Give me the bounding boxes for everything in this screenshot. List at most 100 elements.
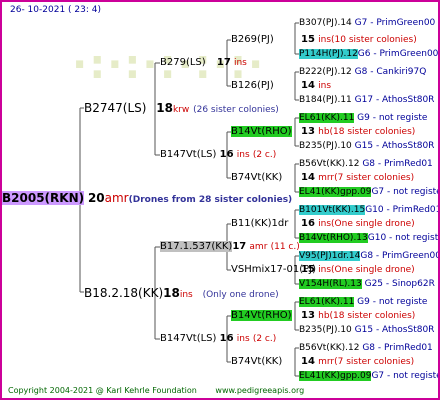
g3-queen-7-mating: hb bbox=[318, 311, 330, 321]
g4-queen-4-info: G17 - AthosSt80R bbox=[354, 95, 435, 105]
g3-queen-2-info: 14 ins bbox=[301, 80, 331, 92]
g4-queen-6-id: B235(PJ).10 bbox=[299, 141, 352, 151]
g3-queen-5-mating: ins bbox=[318, 219, 332, 229]
g4-queen-8-info: G7 - not registe bbox=[371, 187, 440, 197]
g4-queen-8-id: EL41(KK)gpp.09 bbox=[299, 187, 372, 197]
g4-queen-12-id: V154H(RL).13 bbox=[299, 279, 362, 289]
g2-queen-4-note: (2 c.) bbox=[252, 334, 277, 344]
root-queen-id: B2005(RKN) bbox=[2, 191, 85, 205]
g4-queen-14-id: B235(PJ).10 bbox=[299, 325, 352, 335]
g4-queen-12: V154H(RL).13 G25 - Sinop62R bbox=[299, 278, 435, 290]
root-queen-info: amr bbox=[104, 191, 129, 205]
g2-queen-4-num: 16 bbox=[219, 333, 234, 344]
g2-queen-4: B147Vt(LS) 16 ins (2 c.) bbox=[160, 333, 276, 345]
g4-queen-8: EL41(KK)gpp.09G7 - not registe bbox=[299, 186, 440, 198]
g4-queen-16-id: EL41(KK)gpp.09 bbox=[299, 371, 372, 381]
g3-queen-5-info: 16 ins(One single drone) bbox=[301, 218, 415, 230]
g3-queen-7-note: (18 sister colonies) bbox=[329, 311, 416, 321]
g2-queen-1-info: ins bbox=[233, 58, 247, 68]
g4-queen-10-id: B14Vt(RHO).13 bbox=[299, 233, 368, 243]
g2-queen-1-num: 17 bbox=[216, 57, 231, 68]
g4-queen-7-info: G8 - PrimRed01 bbox=[362, 159, 433, 169]
g2-queen-4-id: B147Vt(LS) bbox=[160, 333, 217, 344]
g3-queen-3-mating: hb bbox=[318, 127, 330, 137]
g3-queen-8-mating: mrr bbox=[318, 357, 335, 367]
g2-queen-3-id: B17.1.537(KK) bbox=[160, 241, 233, 252]
g4-queen-5-id: EL61(KK).11 bbox=[299, 113, 355, 123]
g4-queen-14-info: G15 - AthosSt80R bbox=[354, 325, 435, 335]
g4-queen-1-info: G7 - PrimGreen00 bbox=[354, 18, 436, 28]
g1-queen-2-note: (Only one drone) bbox=[202, 290, 279, 300]
g3-queen-7-num: 13 bbox=[301, 310, 315, 321]
g3-queen-3-num: 13 bbox=[301, 126, 315, 137]
g4-queen-4-id: B184(PJ).11 bbox=[299, 95, 352, 105]
g4-queen-10: B14Vt(RHO).13G10 - not registe bbox=[299, 232, 438, 244]
g4-queen-3: B222(PJ).12 G8 - Cankiri97Q bbox=[299, 66, 426, 78]
g4-queen-11: V95(PJ)1dr.14G8 - PrimGreen00 bbox=[299, 250, 440, 262]
g3-queen-1-num: 15 bbox=[301, 34, 315, 45]
g4-queen-2: P114H(PJ).12G6 - PrimGreen00 bbox=[299, 48, 438, 60]
footer-url[interactable]: www.pedigreeapis.org bbox=[215, 386, 304, 395]
g3-queen-4-id: B74Vt(KK) bbox=[231, 172, 283, 183]
g3-queen-8-id: B74Vt(KK) bbox=[231, 356, 283, 367]
g1-queen-2-id: B18.2.18(KK) bbox=[84, 286, 164, 300]
g3-queen-6-num: 15 bbox=[301, 264, 315, 275]
g3-queen-4: B74Vt(KK) bbox=[231, 172, 282, 184]
g2-queen-3-info: amr bbox=[249, 242, 268, 252]
g1-queen-1-id: B2747(LS) bbox=[84, 101, 147, 115]
g2-queen-2: B147Vt(LS) 16 ins (2 c.) bbox=[160, 149, 276, 161]
g3-queen-6-mating: ins bbox=[318, 265, 332, 275]
g3-queen-7: B14Vt(RHO) bbox=[231, 310, 292, 322]
g3-queen-3-id: B14Vt(RHO) bbox=[231, 126, 292, 137]
g4-queen-11-info: G8 - PrimGreen00 bbox=[360, 251, 440, 261]
g1-queen-1-info: krw bbox=[172, 105, 190, 115]
pedigree-chart: ·:·:·:·:·:· 26- 10-2021 (23: 4) B2005(R… bbox=[0, 0, 440, 400]
date-stamp: 26- 10-2021 ( 23: 4) bbox=[10, 5, 101, 15]
g3-queen-7-info: 13 hb(18 sister colonies) bbox=[301, 310, 415, 322]
g3-queen-5: B11(KK)1dr bbox=[231, 218, 288, 230]
g4-queen-9-id: B101Vt(KK).15 bbox=[299, 205, 366, 215]
g3-queen-1-note: (10 sister colonies) bbox=[331, 35, 417, 45]
g2-queen-2-note: (2 c.) bbox=[252, 150, 277, 160]
g4-queen-3-id: B222(PJ).12 bbox=[299, 67, 352, 77]
g2-queen-2-id: B147Vt(LS) bbox=[160, 149, 217, 160]
g3-queen-4-num: 14 bbox=[301, 172, 315, 183]
g3-queen-1-id: B269(PJ) bbox=[231, 34, 274, 45]
g2-queen-3-note: (11 c.) bbox=[270, 242, 300, 252]
root-queen-num: 20 bbox=[87, 191, 105, 205]
g4-queen-15-id: B56Vt(KK).12 bbox=[299, 343, 360, 353]
g3-queen-2-id: B126(PJ) bbox=[231, 80, 274, 91]
g3-queen-2-num: 14 bbox=[301, 80, 315, 91]
g3-queen-5-note: (One single drone) bbox=[331, 219, 415, 229]
g2-queen-2-num: 16 bbox=[219, 149, 234, 160]
g4-queen-6: B235(PJ).10 G15 - AthosSt80R bbox=[299, 140, 434, 152]
g4-queen-13-id: EL61(KK).11 bbox=[299, 297, 355, 307]
g4-queen-13-info: G9 - not registe bbox=[357, 297, 428, 307]
root-queen-note: (Drones from 28 sister colonies) bbox=[128, 195, 293, 205]
g3-queen-6-note: (One single drone) bbox=[331, 265, 415, 275]
g1-queen-2-info: ins bbox=[179, 290, 193, 300]
g4-queen-7: B56Vt(KK).12 G8 - PrimRed01 bbox=[299, 158, 433, 170]
g2-queen-4-info: ins bbox=[236, 334, 250, 344]
g1-queen-1: B2747(LS) 18krw (26 sister colonies) bbox=[84, 101, 279, 117]
g4-queen-1: B307(PJ).14 G7 - PrimGreen00 bbox=[299, 17, 435, 29]
g4-queen-15: B56Vt(KK).12 G8 - PrimRed01 bbox=[299, 342, 433, 354]
g3-queen-6-info: 15 ins(One single drone) bbox=[301, 264, 415, 276]
g3-queen-4-note: (7 sister colonies) bbox=[334, 173, 415, 183]
g2-queen-3: B17.1.537(KK)17 amr (11 c.) bbox=[160, 241, 300, 253]
footer: Copyright 2004-2021 @ Karl Kehrle Founda… bbox=[8, 385, 304, 397]
g3-queen-3-note: (18 sister colonies) bbox=[329, 127, 416, 137]
g4-queen-7-id: B56Vt(KK).12 bbox=[299, 159, 360, 169]
g4-queen-5: EL61(KK).11 G9 - not registe bbox=[299, 112, 427, 124]
g4-queen-11-id: V95(PJ)1dr.14 bbox=[299, 251, 361, 261]
g4-queen-5-info: G9 - not registe bbox=[357, 113, 428, 123]
g4-queen-2-id: P114H(PJ).12 bbox=[299, 49, 358, 59]
g4-queen-13: EL61(KK).11 G9 - not registe bbox=[299, 296, 427, 308]
g4-queen-12-info: G25 - Sinop62R bbox=[364, 279, 435, 289]
g4-queen-1-id: B307(PJ).14 bbox=[299, 18, 352, 28]
g4-queen-16: EL41(KK)gpp.09G7 - not registe bbox=[299, 370, 438, 382]
g3-queen-8-note: (7 sister colonies) bbox=[334, 357, 415, 367]
g4-queen-9: B101Vt(KK).15G10 - PrimRed01 bbox=[299, 204, 438, 216]
g2-queen-1-id: B279(LS) bbox=[160, 57, 206, 68]
g3-queen-1-mating: ins bbox=[318, 35, 332, 45]
